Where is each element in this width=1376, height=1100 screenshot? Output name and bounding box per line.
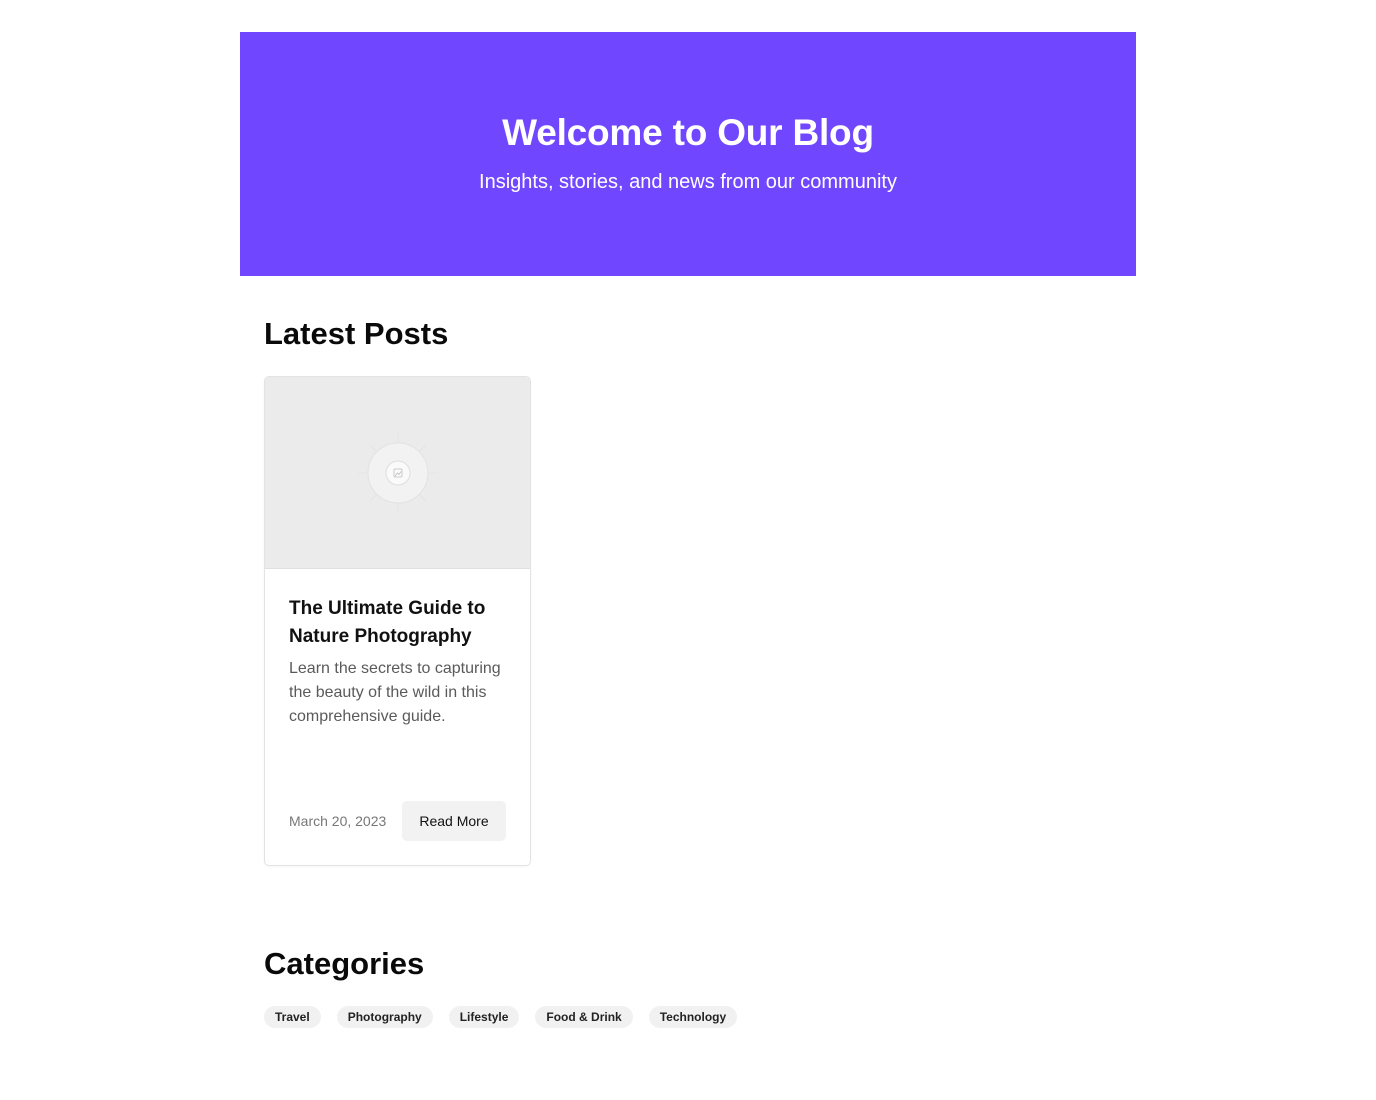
read-more-button[interactable]: Read More xyxy=(402,801,506,841)
latest-posts-heading: Latest Posts xyxy=(264,316,449,351)
hero-banner: Welcome to Our Blog Insights, stories, a… xyxy=(240,32,1136,276)
categories-heading: Categories xyxy=(264,946,425,981)
post-card: The Ultimate Guide to Nature Photography… xyxy=(264,376,531,866)
image-placeholder-icon xyxy=(358,433,438,513)
post-image xyxy=(265,377,530,569)
category-tag-food-drink[interactable]: Food & Drink xyxy=(535,1006,633,1028)
post-title[interactable]: The Ultimate Guide to Nature Photography xyxy=(289,595,514,651)
category-tag-lifestyle[interactable]: Lifestyle xyxy=(448,1006,520,1028)
hero-title: Welcome to Our Blog xyxy=(502,112,874,153)
hero-subtitle: Insights, stories, and news from our com… xyxy=(479,171,897,193)
post-date: March 20, 2023 xyxy=(289,813,387,829)
category-list: Travel Photography Lifestyle Food & Drin… xyxy=(264,1006,738,1028)
category-tag-photography[interactable]: Photography xyxy=(336,1006,433,1028)
category-tag-travel[interactable]: Travel xyxy=(264,1006,321,1028)
category-tag-technology[interactable]: Technology xyxy=(648,1006,738,1028)
page: Welcome to Our Blog Insights, stories, a… xyxy=(0,0,1376,1100)
post-excerpt: Learn the secrets to capturing the beaut… xyxy=(289,660,501,725)
